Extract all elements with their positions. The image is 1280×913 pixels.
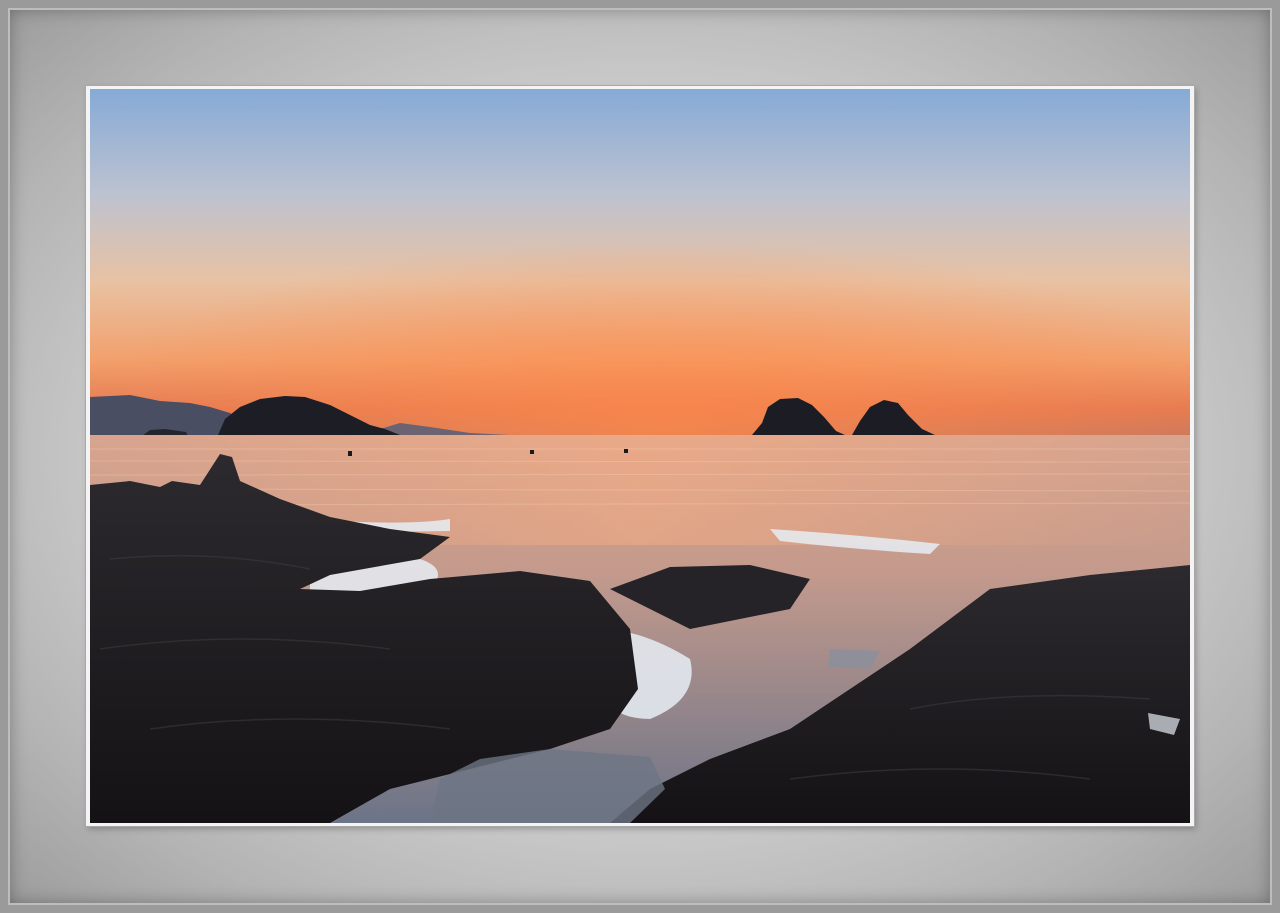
sun-glow bbox=[90, 89, 1190, 437]
sunset-photo bbox=[90, 89, 1190, 823]
